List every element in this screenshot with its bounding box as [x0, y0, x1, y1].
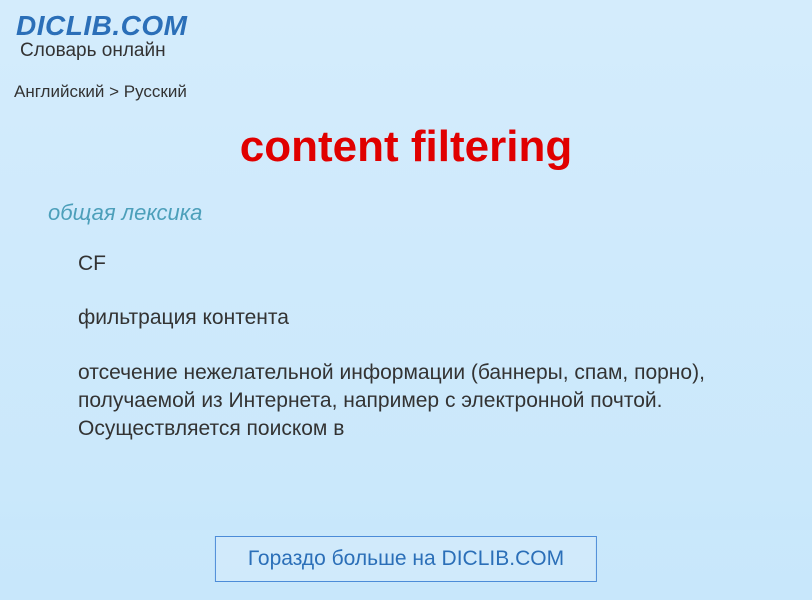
content-area: общая лексика CF фильтрация контента отс… — [0, 200, 812, 444]
definition-item: CF — [78, 250, 764, 278]
fade-overlay — [0, 490, 812, 530]
definition-item: отсечение нежелательной информации (банн… — [78, 359, 764, 444]
definition-item: фильтрация контента — [78, 304, 764, 332]
site-header: DICLIB.COM Словарь онлайн — [0, 0, 812, 66]
footer-link-wrapper: Гораздо больше на DICLIB.COM — [215, 536, 597, 582]
definitions-list: CF фильтрация контента отсечение нежелат… — [48, 250, 764, 444]
page-title: content filtering — [0, 122, 812, 172]
more-link[interactable]: Гораздо больше на DICLIB.COM — [215, 536, 597, 582]
site-tagline: Словарь онлайн — [20, 40, 796, 62]
breadcrumb[interactable]: Английский > Русский — [0, 66, 812, 104]
site-name[interactable]: DICLIB.COM — [16, 10, 796, 42]
category-label: общая лексика — [48, 200, 764, 226]
